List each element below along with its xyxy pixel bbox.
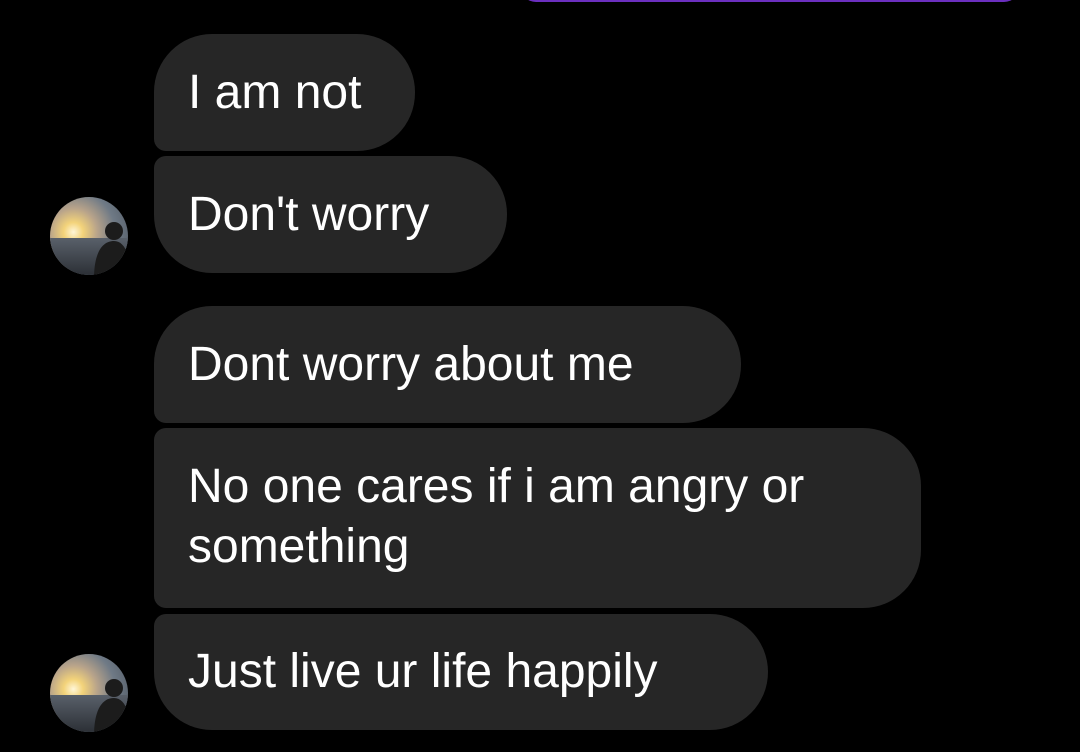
sent-message-bubble-edge: [520, 0, 1020, 2]
person-silhouette-icon: [94, 679, 128, 732]
person-silhouette-icon: [94, 222, 128, 275]
avatar[interactable]: [50, 654, 128, 732]
message-bubble[interactable]: Just live ur life happily: [154, 614, 768, 730]
avatar[interactable]: [50, 197, 128, 275]
message-text: Just live ur life happily: [188, 645, 658, 698]
message-bubble[interactable]: Dont worry about me: [154, 306, 741, 423]
message-bubble[interactable]: Don't worry: [154, 156, 507, 273]
message-text: I am not: [188, 65, 362, 119]
message-bubble[interactable]: I am not: [154, 34, 415, 151]
message-text: No one cares if i am angry or something: [188, 460, 805, 573]
message-bubble[interactable]: No one cares if i am angry or something: [154, 428, 921, 608]
message-text: Don't worry: [188, 187, 430, 241]
message-text: Dont worry about me: [188, 337, 634, 391]
